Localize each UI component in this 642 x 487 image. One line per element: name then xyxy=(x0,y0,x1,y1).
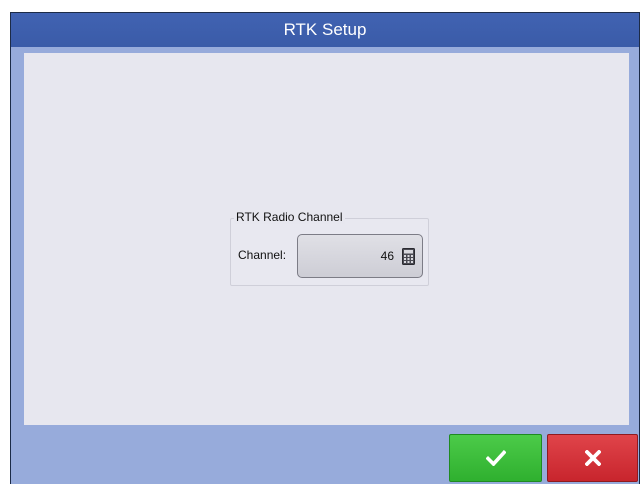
calculator-icon xyxy=(402,248,415,265)
close-icon xyxy=(584,450,601,466)
ok-button[interactable] xyxy=(449,434,542,482)
cancel-button[interactable] xyxy=(547,434,638,482)
content-panel: RTK Radio Channel Channel: 46 xyxy=(24,53,629,425)
group-legend: RTK Radio Channel xyxy=(234,210,345,224)
rtk-radio-channel-group: RTK Radio Channel Channel: 46 xyxy=(230,210,429,286)
channel-value: 46 xyxy=(380,249,394,263)
channel-input-button[interactable]: 46 xyxy=(297,234,423,278)
dialog-title: RTK Setup xyxy=(11,13,639,47)
channel-label: Channel: xyxy=(238,248,287,262)
checkmark-icon xyxy=(485,450,506,466)
rtk-setup-dialog: RTK Setup RTK Radio Channel Channel: 46 xyxy=(10,12,640,484)
